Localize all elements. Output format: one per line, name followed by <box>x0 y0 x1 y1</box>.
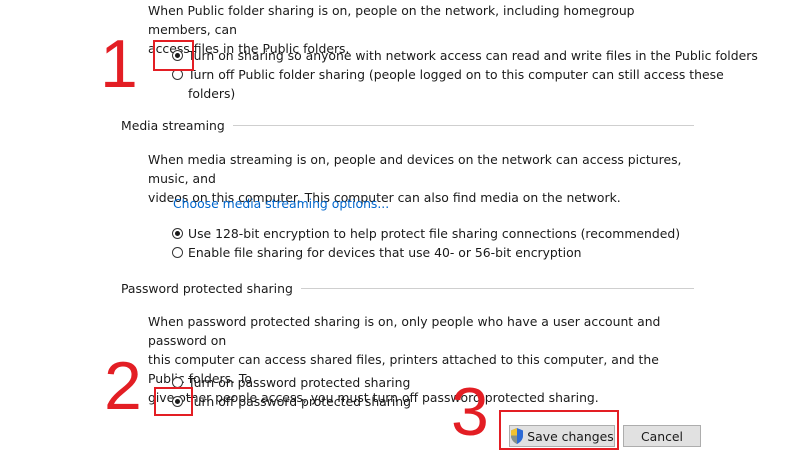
step-2-highlight-box <box>154 387 193 416</box>
password-sharing-heading: Password protected sharing <box>121 281 293 296</box>
public-folder-description-line1: When Public folder sharing is on, people… <box>148 3 635 37</box>
step-marker-2: 2 <box>104 348 142 424</box>
encryption-option-40-56-label[interactable]: Enable file sharing for devices that use… <box>188 243 582 262</box>
public-folder-option-off-line2[interactable]: folders) <box>188 84 724 103</box>
password-sharing-option-on[interactable]: Turn on password protected sharing <box>172 373 410 392</box>
radio-encryption-40-56[interactable] <box>172 247 183 258</box>
password-sharing-header: Password protected sharing <box>121 281 694 296</box>
radio-encryption-128[interactable] <box>172 228 183 239</box>
password-sharing-option-off[interactable]: Turn off password protected sharing <box>172 392 411 411</box>
encryption-option-40-56[interactable]: Enable file sharing for devices that use… <box>172 243 582 262</box>
media-streaming-header: Media streaming <box>121 118 694 133</box>
encryption-option-128-label[interactable]: Use 128-bit encryption to help protect f… <box>188 224 680 243</box>
media-streaming-options-link[interactable]: Choose media streaming options... <box>173 196 389 211</box>
public-folder-option-on-label[interactable]: Turn on sharing so anyone with network a… <box>188 46 758 65</box>
password-sharing-option-off-label[interactable]: Turn off password protected sharing <box>188 392 411 411</box>
encryption-option-128[interactable]: Use 128-bit encryption to help protect f… <box>172 224 680 243</box>
divider <box>300 288 694 289</box>
cancel-label[interactable]: Cancel <box>641 429 683 444</box>
divider <box>232 125 694 126</box>
media-streaming-heading: Media streaming <box>121 118 225 133</box>
public-folder-option-off-line1[interactable]: Turn off Public folder sharing (people l… <box>188 65 724 84</box>
media-streaming-description-line1: When media streaming is on, people and d… <box>148 152 682 186</box>
step-3-highlight-box <box>499 410 619 450</box>
public-folder-option-off[interactable]: Turn off Public folder sharing (people l… <box>172 65 724 103</box>
password-sharing-description-line1: When password protected sharing is on, o… <box>148 314 661 348</box>
public-folder-option-off-label[interactable]: Turn off Public folder sharing (people l… <box>188 65 724 103</box>
step-1-highlight-box <box>153 40 194 71</box>
step-marker-3: 3 <box>451 374 489 450</box>
step-marker-1: 1 <box>100 26 138 102</box>
password-sharing-option-on-label[interactable]: Turn on password protected sharing <box>188 373 410 392</box>
cancel-button[interactable]: Cancel <box>623 425 701 447</box>
public-folder-option-on[interactable]: Turn on sharing so anyone with network a… <box>172 46 758 65</box>
